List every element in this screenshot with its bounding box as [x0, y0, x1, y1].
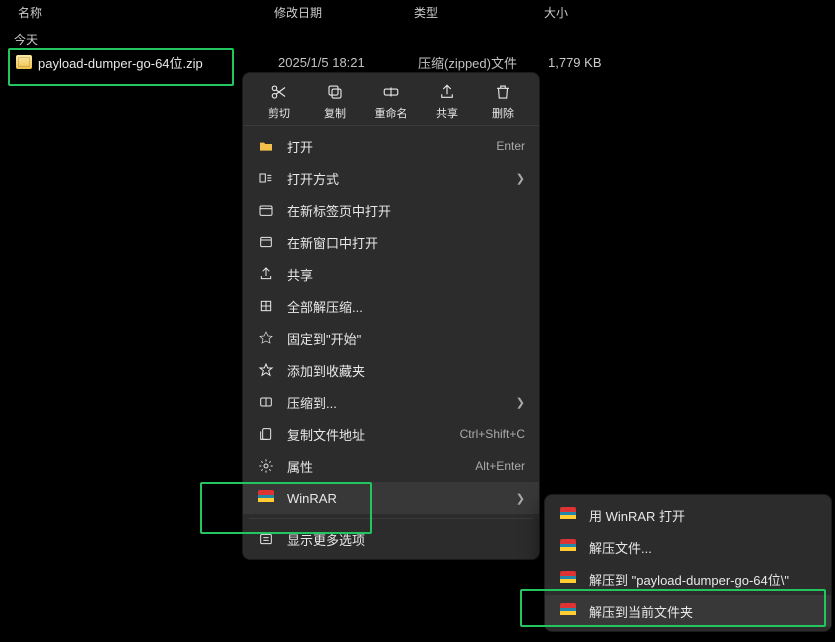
folder-open-icon: [257, 137, 275, 155]
file-date: 2025/1/5 18:21: [278, 55, 418, 70]
menu-open-new-tab[interactable]: 在新标签页中打开: [243, 194, 539, 226]
winrar-icon: [559, 570, 577, 588]
menu-separator: [249, 518, 533, 519]
submenu-extract-here[interactable]: 解压到当前文件夹: [545, 595, 831, 627]
delete-button[interactable]: 删除: [479, 83, 527, 121]
extract-icon: [257, 297, 275, 315]
copy-button[interactable]: 复制: [311, 83, 359, 121]
menu-winrar[interactable]: WinRAR ❯: [243, 482, 539, 514]
file-name: payload-dumper-go-64位.zip: [38, 53, 278, 72]
col-date[interactable]: 修改日期: [274, 4, 414, 21]
menu-extract-all[interactable]: 全部解压缩...: [243, 290, 539, 322]
compress-icon: [257, 393, 275, 411]
cut-button[interactable]: 剪切: [255, 83, 303, 121]
submenu-extract-files[interactable]: 解压文件...: [545, 531, 831, 563]
winrar-icon: [559, 602, 577, 620]
winrar-icon: [559, 506, 577, 524]
rename-button[interactable]: 重命名: [367, 83, 415, 121]
col-size[interactable]: 大小: [544, 4, 624, 21]
menu-more-options[interactable]: 显示更多选项: [243, 523, 539, 555]
menu-add-favorites[interactable]: 添加到收藏夹: [243, 354, 539, 386]
menu-compress-to[interactable]: 压缩到... ❯: [243, 386, 539, 418]
copy-icon: [326, 83, 344, 101]
rename-icon: [382, 83, 400, 101]
menu-share[interactable]: 共享: [243, 258, 539, 290]
menu-copy-path[interactable]: 复制文件地址 Ctrl+Shift+C: [243, 418, 539, 450]
chevron-right-icon: ❯: [515, 492, 525, 505]
more-icon: [257, 530, 275, 548]
scissors-icon: [270, 83, 288, 101]
file-type: 压缩(zipped)文件: [418, 53, 548, 72]
menu-properties[interactable]: 属性 Alt+Enter: [243, 450, 539, 482]
menu-pin-start[interactable]: 固定到"开始": [243, 322, 539, 354]
submenu-extract-to[interactable]: 解压到 "payload-dumper-go-64位\": [545, 563, 831, 595]
window-icon: [257, 233, 275, 251]
chevron-right-icon: ❯: [515, 396, 525, 409]
winrar-submenu: 用 WinRAR 打开 解压文件... 解压到 "payload-dumper-…: [544, 494, 832, 632]
properties-icon: [257, 457, 275, 475]
menu-open[interactable]: 打开 Enter: [243, 130, 539, 162]
copy-path-icon: [257, 425, 275, 443]
col-type[interactable]: 类型: [414, 4, 544, 21]
open-with-icon: [257, 169, 275, 187]
column-headers: 名称 修改日期 类型 大小: [0, 0, 835, 27]
winrar-icon: [257, 489, 275, 507]
action-row: 剪切 复制 重命名 共享 删除: [243, 77, 539, 126]
tab-icon: [257, 201, 275, 219]
pin-icon: [257, 329, 275, 347]
chevron-right-icon: ❯: [515, 172, 525, 185]
file-row[interactable]: payload-dumper-go-64位.zip 2025/1/5 18:21…: [0, 50, 835, 74]
context-menu: 剪切 复制 重命名 共享 删除 打开 Enter 打开方式 ❯ 在新标签页中打开: [242, 72, 540, 560]
group-today[interactable]: 今天: [0, 27, 835, 50]
share-small-icon: [257, 265, 275, 283]
col-name[interactable]: 名称: [18, 4, 274, 21]
file-size: 1,779 KB: [548, 55, 628, 70]
share-icon: [438, 83, 456, 101]
star-icon: [257, 361, 275, 379]
submenu-open-with-winrar[interactable]: 用 WinRAR 打开: [545, 499, 831, 531]
file-list-pane: 名称 修改日期 类型 大小 今天 payload-dumper-go-64位.z…: [0, 0, 835, 74]
winrar-icon: [559, 538, 577, 556]
zip-file-icon: [16, 55, 32, 69]
trash-icon: [494, 83, 512, 101]
menu-open-new-window[interactable]: 在新窗口中打开: [243, 226, 539, 258]
share-button[interactable]: 共享: [423, 83, 471, 121]
menu-open-with[interactable]: 打开方式 ❯: [243, 162, 539, 194]
